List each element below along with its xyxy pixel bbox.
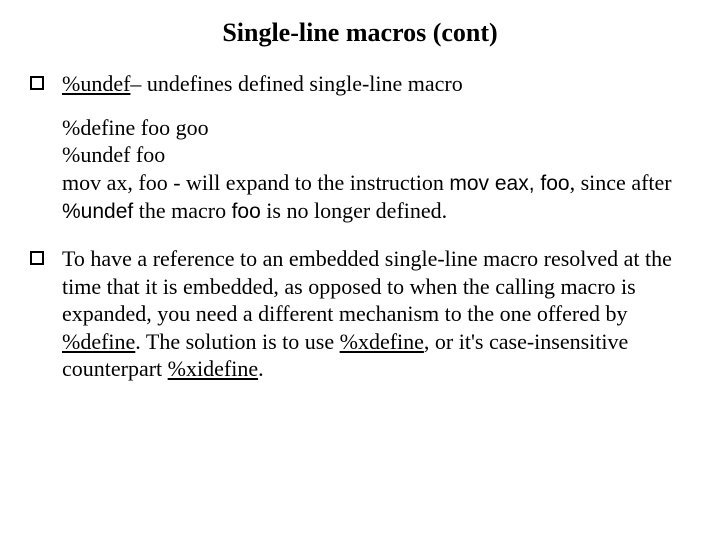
define-directive: %define <box>62 329 135 354</box>
code-undef-inline: %undef <box>62 200 133 223</box>
square-bullet-icon <box>30 76 44 90</box>
b2-t2: . The solution is to use <box>135 329 339 354</box>
code-mov-eax-foo: mov eax, foo <box>449 172 569 195</box>
undef-directive: %undef <box>62 71 130 96</box>
code-line-3: mov ax, foo - will expand to the instruc… <box>62 169 690 226</box>
code-line-3g: is no longer defined. <box>261 198 447 223</box>
slide-title: Single-line macros (cont) <box>30 18 690 48</box>
square-bullet-icon <box>30 251 44 265</box>
code-line-3c: , since after <box>570 170 672 195</box>
bullet-2: To have a reference to an embedded singl… <box>30 245 690 383</box>
code-line-1: %define foo goo <box>62 114 690 142</box>
code-line-2: %undef foo <box>62 141 690 169</box>
bullet-2-text: To have a reference to an embedded singl… <box>62 245 690 383</box>
slide: Single-line macros (cont) %undef– undefi… <box>0 0 720 540</box>
bullet-1: %undef– undefines defined single-line ma… <box>30 70 690 98</box>
b2-t4: . <box>258 356 264 381</box>
code-line-3a: mov ax, foo - will expand to the instruc… <box>62 170 449 195</box>
bullet-1-text: %undef– undefines defined single-line ma… <box>62 70 690 98</box>
b2-t1: To have a reference to an embedded singl… <box>62 246 672 326</box>
code-example: %define foo goo %undef foo mov ax, foo -… <box>62 114 690 226</box>
code-line-3e: the macro <box>133 198 231 223</box>
bullet-1-rest: – undefines defined single-line macro <box>130 71 462 96</box>
code-foo-inline: foo <box>232 200 261 223</box>
xidefine-directive: %xidefine <box>168 356 258 381</box>
xdefine-directive: %xdefine <box>340 329 424 354</box>
